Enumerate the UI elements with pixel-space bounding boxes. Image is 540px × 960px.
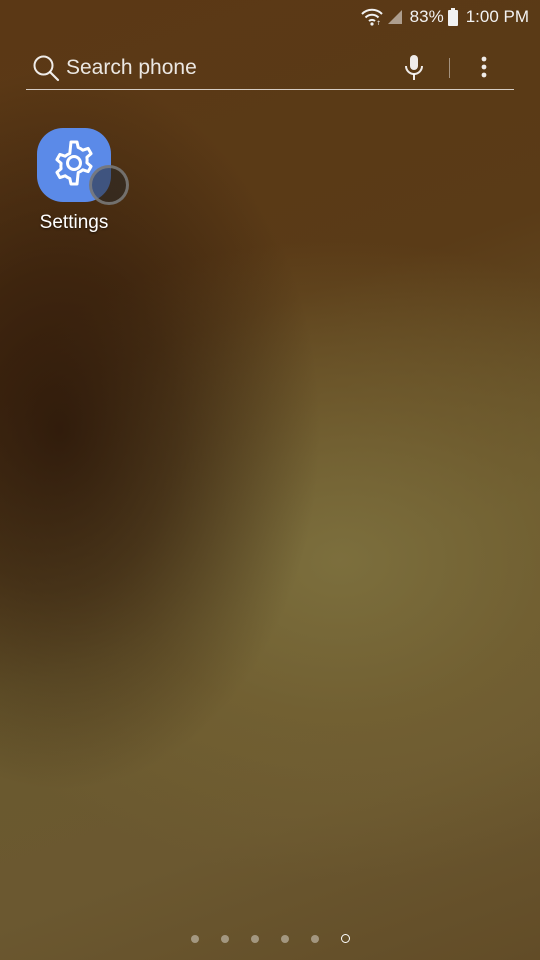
more-options-icon[interactable]	[474, 54, 494, 82]
wifi-icon: ↑	[360, 8, 383, 26]
battery-icon	[447, 8, 458, 26]
search-input[interactable]	[66, 55, 401, 80]
page-dot[interactable]	[280, 934, 289, 943]
search-bar[interactable]	[26, 46, 514, 90]
mic-icon[interactable]	[401, 53, 427, 83]
settings-app-label: Settings	[39, 212, 109, 233]
status-bar: ↑ 83% 1:00 PM	[0, 0, 540, 34]
page-indicator	[0, 934, 540, 943]
cellular-signal-icon	[387, 9, 403, 25]
search-icon	[32, 54, 60, 82]
search-divider	[449, 57, 450, 78]
page-dot[interactable]	[220, 934, 229, 943]
page-dot[interactable]	[250, 934, 259, 943]
page-dot[interactable]	[310, 934, 319, 943]
status-clock: 1:00 PM	[465, 7, 529, 26]
battery-percent: 83%	[409, 7, 444, 26]
svg-text:↑: ↑	[376, 20, 381, 26]
touch-indicator	[89, 165, 129, 205]
page-dot-current[interactable]	[340, 934, 350, 943]
page-dot[interactable]	[190, 934, 199, 943]
